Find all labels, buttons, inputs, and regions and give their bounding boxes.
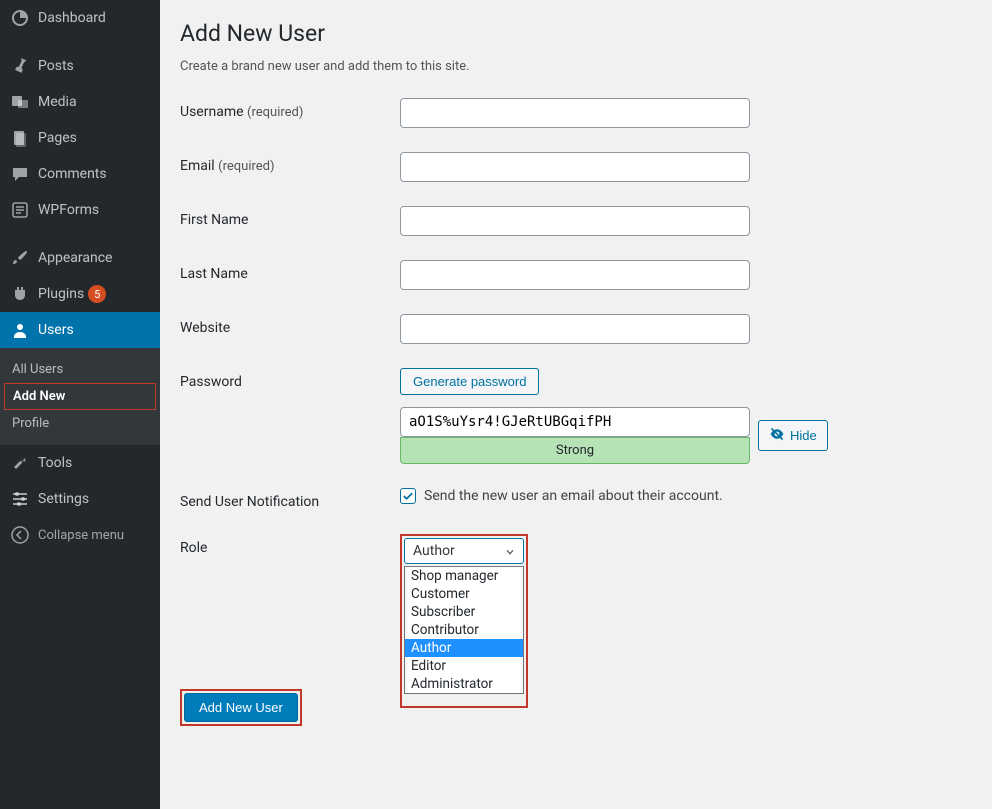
add-new-user-button[interactable]: Add New User: [184, 693, 298, 722]
sidebar-item-pages[interactable]: Pages: [0, 120, 160, 156]
role-option-editor[interactable]: Editor: [405, 657, 523, 675]
sidebar-label: WPForms: [38, 202, 99, 218]
email-label: Email (required): [180, 152, 400, 174]
row-password-field: Strong Hide: [180, 407, 972, 464]
sidebar-label: Plugins: [38, 286, 84, 302]
role-option-customer[interactable]: Customer: [405, 585, 523, 603]
submenu-all-users[interactable]: All Users: [0, 356, 160, 383]
role-option-administrator[interactable]: Administrator: [405, 675, 523, 693]
password-input[interactable]: [400, 407, 750, 437]
sidebar-label: Appearance: [38, 250, 112, 266]
row-email: Email (required): [180, 152, 972, 182]
role-select-highlight: Author Shop manager Customer Subscriber …: [400, 534, 528, 708]
sliders-icon: [10, 489, 30, 509]
role-option-contributor[interactable]: Contributor: [405, 621, 523, 639]
admin-sidebar: Dashboard Posts Media Pages Comments WPF…: [0, 0, 160, 809]
pin-icon: [10, 56, 30, 76]
sidebar-item-dashboard[interactable]: Dashboard: [0, 0, 160, 36]
hide-password-button[interactable]: Hide: [758, 420, 828, 451]
submenu-add-new[interactable]: Add New: [4, 383, 156, 410]
lastname-label: Last Name: [180, 260, 400, 282]
role-option-shop-manager[interactable]: Shop manager: [405, 567, 523, 585]
sidebar-item-settings[interactable]: Settings: [0, 481, 160, 517]
sidebar-item-plugins[interactable]: Plugins 5: [0, 276, 160, 312]
page-description: Create a brand new user and add them to …: [180, 59, 972, 74]
notification-checkbox[interactable]: [400, 488, 416, 504]
lastname-input[interactable]: [400, 260, 750, 290]
sidebar-item-posts[interactable]: Posts: [0, 48, 160, 84]
website-input[interactable]: [400, 314, 750, 344]
sidebar-item-tools[interactable]: Tools: [0, 445, 160, 481]
password-strength: Strong: [400, 437, 750, 464]
generate-password-button[interactable]: Generate password: [400, 368, 539, 395]
plugin-count-badge: 5: [88, 285, 106, 303]
row-lastname: Last Name: [180, 260, 972, 290]
notification-text: Send the new user an email about their a…: [424, 488, 723, 504]
users-submenu: All Users Add New Profile: [0, 348, 160, 445]
sidebar-item-comments[interactable]: Comments: [0, 156, 160, 192]
sidebar-label: Dashboard: [38, 10, 106, 26]
brush-icon: [10, 248, 30, 268]
role-option-subscriber[interactable]: Subscriber: [405, 603, 523, 621]
sidebar-label: Pages: [38, 130, 77, 146]
row-notification: Send User Notification Send the new user…: [180, 488, 972, 510]
sidebar-label: Comments: [38, 166, 107, 182]
eye-slash-icon: [769, 426, 785, 445]
role-dropdown: Shop manager Customer Subscriber Contrib…: [404, 566, 524, 694]
notification-label: Send User Notification: [180, 488, 400, 510]
password-label: Password: [180, 368, 400, 390]
form-icon: [10, 200, 30, 220]
dashboard-icon: [10, 8, 30, 28]
role-option-author[interactable]: Author: [405, 639, 523, 657]
row-website: Website: [180, 314, 972, 344]
role-select[interactable]: Author: [404, 538, 524, 564]
collapse-menu[interactable]: Collapse menu: [0, 517, 160, 553]
sidebar-label: Media: [38, 94, 77, 110]
main-content: Add New User Create a brand new user and…: [160, 0, 992, 809]
row-username: Username (required): [180, 98, 972, 128]
role-label: Role: [180, 534, 400, 556]
submit-highlight: Add New User: [180, 689, 302, 726]
user-icon: [10, 320, 30, 340]
wrench-icon: [10, 453, 30, 473]
sidebar-label: Users: [38, 322, 74, 338]
website-label: Website: [180, 314, 400, 336]
sidebar-label: Settings: [38, 491, 89, 507]
username-label: Username (required): [180, 98, 400, 120]
username-input[interactable]: [400, 98, 750, 128]
sidebar-item-appearance[interactable]: Appearance: [0, 240, 160, 276]
sidebar-item-wpforms[interactable]: WPForms: [0, 192, 160, 228]
collapse-icon: [10, 525, 30, 545]
row-role: Role Author Shop manager Customer Subscr…: [180, 534, 972, 708]
firstname-label: First Name: [180, 206, 400, 228]
sidebar-label: Tools: [38, 455, 72, 471]
sidebar-item-media[interactable]: Media: [0, 84, 160, 120]
page-title: Add New User: [180, 20, 972, 47]
plugin-icon: [10, 284, 30, 304]
submenu-profile[interactable]: Profile: [0, 410, 160, 437]
sidebar-label: Posts: [38, 58, 74, 74]
sidebar-item-users[interactable]: Users: [0, 312, 160, 348]
email-input[interactable]: [400, 152, 750, 182]
collapse-label: Collapse menu: [38, 528, 124, 543]
firstname-input[interactable]: [400, 206, 750, 236]
media-icon: [10, 92, 30, 112]
page-icon: [10, 128, 30, 148]
row-firstname: First Name: [180, 206, 972, 236]
check-icon: [401, 489, 415, 503]
comment-icon: [10, 164, 30, 184]
row-password: Password Generate password: [180, 368, 972, 395]
